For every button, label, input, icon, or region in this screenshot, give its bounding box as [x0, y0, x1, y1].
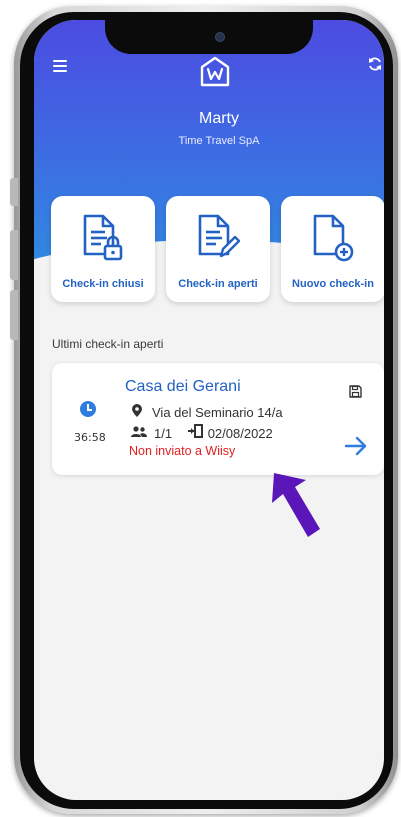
- edit-document-icon: [198, 214, 240, 258]
- address: Via del Seminario 14/a: [152, 405, 283, 420]
- pointer-arrow-icon: [272, 473, 320, 537]
- location-pin-icon: [130, 404, 144, 420]
- front-camera: [215, 32, 225, 42]
- section-title: Ultimi check-in aperti: [52, 337, 164, 351]
- volume-up-button: [10, 230, 18, 280]
- clock-icon: [80, 401, 96, 417]
- arrow-right-icon[interactable]: [344, 436, 368, 456]
- guests-icon: [130, 426, 148, 441]
- volume-down-button: [10, 290, 18, 340]
- user-name: Marty: [199, 110, 239, 127]
- open-checkins-button[interactable]: Check-in aperti: [166, 196, 270, 302]
- notch: [105, 20, 313, 54]
- checkin-date: 02/08/2022: [207, 426, 273, 441]
- side-button: [10, 178, 18, 206]
- hamburger-menu-icon[interactable]: [53, 60, 67, 72]
- save-icon[interactable]: [349, 385, 362, 398]
- closed-checkins-label: Check-in chiusi: [62, 278, 144, 290]
- add-document-icon: [313, 214, 354, 262]
- new-checkin-label: Nuovo check-in: [292, 278, 374, 290]
- checkin-card[interactable]: 36:58 Casa dei Gerani Via del Seminario …: [52, 363, 384, 475]
- open-checkins-label: Check-in aperti: [178, 278, 258, 290]
- lock-document-icon: [83, 214, 123, 261]
- new-checkin-button[interactable]: Nuovo check-in: [281, 196, 384, 302]
- company-name: Time Travel SpA: [178, 135, 260, 147]
- sync-icon[interactable]: [364, 56, 384, 78]
- app-screen: Marty Time Travel SpA Check-in chiusi Ch…: [34, 20, 384, 800]
- address-row: Via del Seminario 14/a: [130, 404, 283, 420]
- guest-count: 1/1: [154, 426, 173, 441]
- elapsed-time: 36:58: [74, 431, 106, 444]
- closed-checkins-button[interactable]: Check-in chiusi: [51, 196, 155, 302]
- door-icon: [187, 424, 204, 441]
- home-logo-icon: [200, 56, 230, 87]
- property-name: Casa dei Gerani: [125, 378, 241, 395]
- details-row: 1/1 02/08/2022: [130, 424, 273, 441]
- status-badge: Non inviato a Wiisy: [129, 444, 236, 458]
